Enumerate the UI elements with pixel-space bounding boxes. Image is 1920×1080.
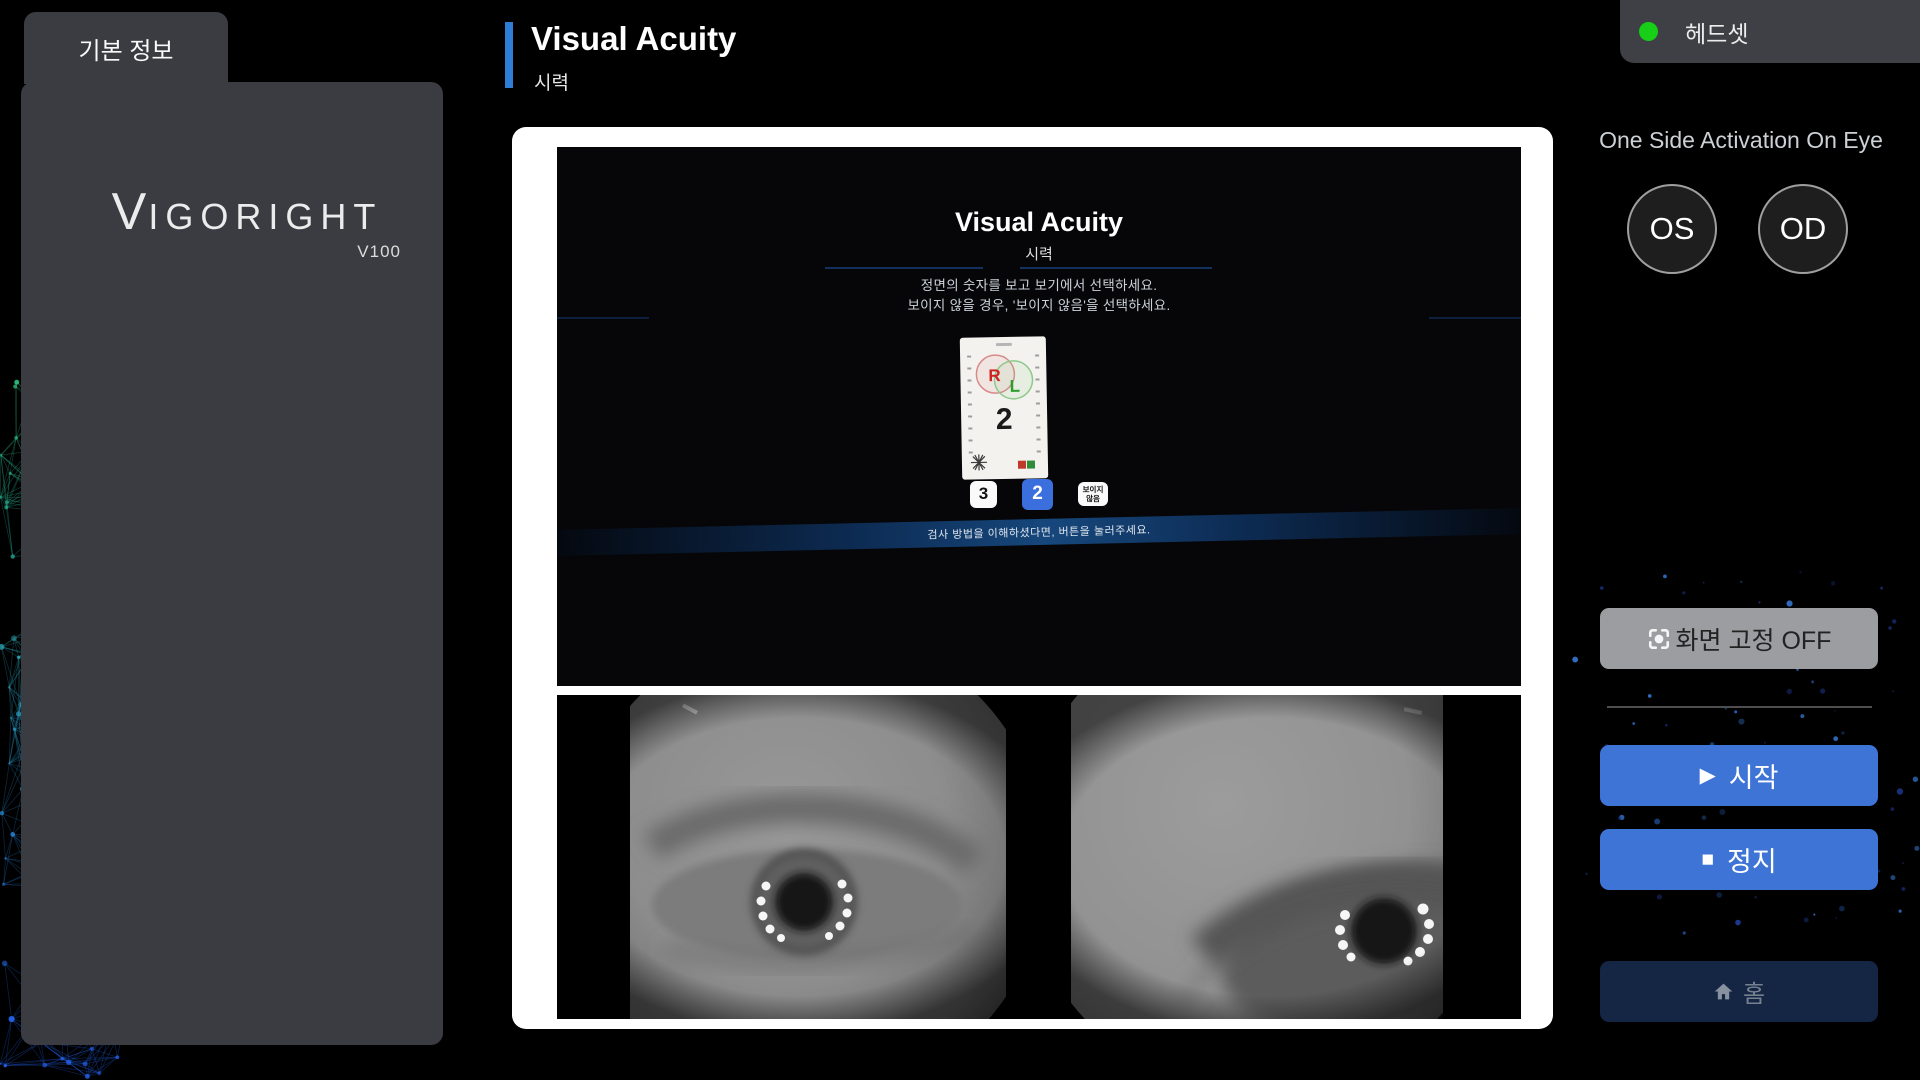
starburst-mark [970,453,988,471]
acuity-chart-card: R L 2 [960,336,1048,479]
right-eye-image [1039,695,1521,1019]
title-accent-bar [505,22,513,88]
letter-l: L [1009,377,1020,396]
card-header-smudge [996,343,1012,346]
patient-info-panel: VIGORIGHT V100 [21,82,443,1045]
screen-lock-icon [1647,627,1671,651]
vr-test-subtitle: 시력 [557,243,1521,264]
page-subtitle: 시력 [534,68,569,95]
rl-circles-graphic: R L [969,350,1038,405]
vr-deco-line [825,267,983,269]
vigoright-logo: VIGORIGHT V100 [87,182,407,262]
eye-camera-row [557,695,1521,1019]
vr-bottom-banner: 검사 방법을 이해하셨다면, 버튼을 눌러주세요. [557,508,1521,556]
vr-display-mirror: Visual Acuity 시력 정면의 숫자를 보고 보기에서 선택하세요. … [557,147,1521,686]
screen-lock-label: 화면 고정 OFF [1676,621,1832,657]
page-title: Visual Acuity [531,20,736,58]
screen-lock-button[interactable]: 화면 고정 OFF [1600,608,1878,669]
play-icon: ▶ [1700,765,1716,786]
start-label: 시작 [1729,756,1779,795]
start-button[interactable]: ▶ 시작 [1600,745,1878,806]
stop-icon: ■ [1701,849,1714,870]
vr-answer-3: 3 [970,481,997,508]
vr-deco-line [1429,317,1521,319]
os-left-eye-button[interactable]: OS [1627,184,1717,274]
headset-status: 헤드셋 [1620,0,1920,63]
headset-connected-dot-icon [1639,22,1658,41]
home-icon [1713,981,1734,1002]
logo-brand-text: VIGORIGHT [87,182,407,242]
stop-button[interactable]: ■ 정지 [1600,829,1878,890]
right-panel-divider [1607,706,1872,708]
red-square-mark [1018,461,1026,469]
headset-label: 헤드셋 [1685,15,1748,49]
one-side-activation-title: One Side Activation On Eye [1583,127,1899,154]
vr-test-title: Visual Acuity [557,207,1521,238]
green-square-mark [1027,460,1035,468]
vr-answer-2-selected: 2 [1022,479,1053,510]
vr-deco-line [557,317,649,319]
home-button[interactable]: 홈 [1600,961,1878,1022]
right-eye-camera-feed [1039,695,1521,1019]
vr-instruction-line: 정면의 숫자를 보고 보기에서 선택하세요. [557,274,1521,294]
left-eye-image [557,695,1039,1019]
tab-basic-info[interactable]: 기본 정보 [24,12,228,84]
vr-answer-row: 3 2 보이지 않음 [557,477,1521,511]
left-eye-camera-feed [557,695,1039,1019]
home-label: 홈 [1743,974,1765,1009]
letter-r: R [988,366,1001,385]
optotype-number: 2 [961,402,1048,437]
stop-label: 정지 [1727,840,1777,879]
vr-deco-line [1020,267,1212,269]
logo-model-text: V100 [87,242,407,262]
vr-instruction-line: 보이지 않을 경우, '보이지 않음'을 선택하세요. [557,294,1521,314]
od-right-eye-button[interactable]: OD [1758,184,1848,274]
main-content-frame: Visual Acuity 시력 정면의 숫자를 보고 보기에서 선택하세요. … [512,127,1553,1029]
vr-answer-not-visible: 보이지 않음 [1078,482,1108,506]
